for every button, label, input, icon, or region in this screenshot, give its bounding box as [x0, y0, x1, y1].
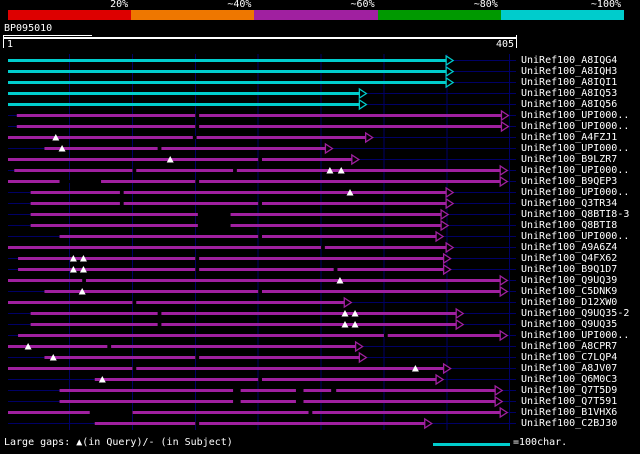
subject-gap-mark	[132, 301, 137, 304]
subject-gap-mark	[331, 389, 337, 392]
large-gaps-legend: Large gaps: ▲(in Query)/- (in Subject)	[4, 437, 233, 448]
scale-label: ~60%	[350, 0, 375, 10]
alignment-arrowhead-icon	[343, 296, 353, 309]
scalebar-label: =100char.	[513, 437, 568, 448]
scalebar-line	[433, 443, 510, 446]
subject-gap-mark	[195, 180, 200, 183]
identity-scale-labels: 20% ~40% ~60% ~80% ~100%	[8, 0, 624, 10]
subject-gap-mark	[333, 268, 338, 271]
subject-gap-mark	[119, 191, 124, 194]
alignment-arrowhead-icon	[499, 406, 509, 419]
alignment-arrowhead-icon	[494, 384, 504, 397]
subject-gap-mark	[195, 114, 200, 117]
subject-gap-mark	[157, 323, 162, 326]
subject-gap-mark	[119, 202, 124, 205]
alignment-arrowhead-icon	[445, 186, 455, 199]
alignment-arrowhead-icon	[435, 373, 445, 386]
subject-gap-mark	[132, 367, 137, 370]
alignment-arrowhead-icon	[358, 87, 368, 100]
scale-segment	[8, 10, 132, 20]
ruler-tick-end	[516, 35, 517, 48]
subject-gap-mark	[295, 400, 304, 403]
subject-gap-mark	[258, 378, 262, 381]
subject-gap-mark	[258, 235, 262, 238]
alignment-arrowhead-icon	[358, 98, 368, 111]
scale-segment	[377, 10, 501, 20]
subject-gap-mark	[157, 147, 162, 150]
alignment-arrowhead-icon	[445, 65, 455, 78]
alignment-arrowhead-icon	[499, 285, 509, 298]
subject-gap-mark	[233, 169, 237, 172]
ruler-tick-start	[3, 35, 4, 48]
ruler-end-label: 405	[495, 39, 514, 50]
scale-segment	[131, 10, 255, 20]
scale-label: ~40%	[227, 0, 252, 10]
subject-gap-mark	[258, 290, 262, 293]
identity-scale-bar	[8, 10, 625, 20]
subject-gap-mark	[233, 400, 241, 403]
scale-label: ~100%	[590, 0, 622, 10]
subject-gap-mark	[59, 180, 102, 183]
subject-gap-mark	[107, 345, 112, 348]
subject-gap-mark	[195, 422, 200, 425]
subject-gap-mark	[195, 257, 200, 260]
subject-gap-mark	[258, 158, 262, 161]
alignment-plot	[8, 54, 516, 430]
alignment-arrowhead-icon	[455, 307, 465, 320]
ruler-start-label: 1	[7, 39, 14, 50]
subject-gap-mark	[195, 356, 200, 359]
subject-gap-mark	[195, 268, 200, 271]
alignment-arrowhead-icon	[324, 142, 334, 155]
alignment-arrowhead-icon	[499, 175, 509, 188]
alignment-arrowhead-icon	[358, 351, 368, 364]
alignment-arrowhead-icon	[365, 131, 374, 144]
alignment-arrowhead-icon	[500, 120, 510, 133]
query-ruler-line	[3, 37, 517, 39]
alignment-arrowhead-icon	[351, 153, 361, 166]
subject-gap-mark	[157, 312, 162, 315]
query-name-link[interactable]: BP095010	[4, 23, 92, 36]
subject-gap-mark	[89, 411, 133, 414]
alignment-arrowhead-icon	[445, 241, 455, 254]
subject-gap-mark	[192, 136, 197, 139]
subject-gap-mark	[258, 202, 262, 205]
alignment-arrowhead-icon	[500, 109, 510, 122]
alignment-arrowhead-icon	[494, 395, 504, 408]
subject-gap-mark	[295, 389, 304, 392]
alignment-arrowhead-icon	[499, 274, 509, 287]
subject-gap-mark	[233, 389, 241, 392]
subject-gap-mark	[321, 246, 325, 249]
scale-label: 20%	[110, 0, 129, 10]
subject-gap-mark	[195, 125, 200, 128]
alignment-arrowhead-icon	[455, 318, 465, 331]
alignment-arrowhead-icon	[445, 197, 455, 210]
blast-graphical-overview: 20% ~40% ~60% ~80% ~100% BP095010 1 405 UniR…	[0, 0, 640, 454]
subject-gap-mark	[197, 213, 231, 216]
scale-label: ~80%	[473, 0, 498, 10]
subject-gap-mark	[308, 411, 313, 414]
alignment-arrowhead-icon	[499, 164, 509, 177]
subject-gap-mark	[197, 224, 231, 227]
subject-gap-mark	[383, 334, 388, 337]
alignment-arrowhead-icon	[435, 230, 445, 243]
scale-segment	[254, 10, 378, 20]
alignment-arrowhead-icon	[445, 76, 455, 89]
alignment-arrowhead-icon	[499, 329, 509, 342]
alignment-arrowhead-icon	[424, 417, 433, 430]
scale-segment	[500, 10, 625, 20]
alignment-arrowhead-icon	[354, 340, 364, 353]
alignment-arrowhead-icon	[445, 54, 455, 67]
subject-gap-mark	[82, 279, 86, 282]
subject-gap-mark	[132, 169, 137, 172]
